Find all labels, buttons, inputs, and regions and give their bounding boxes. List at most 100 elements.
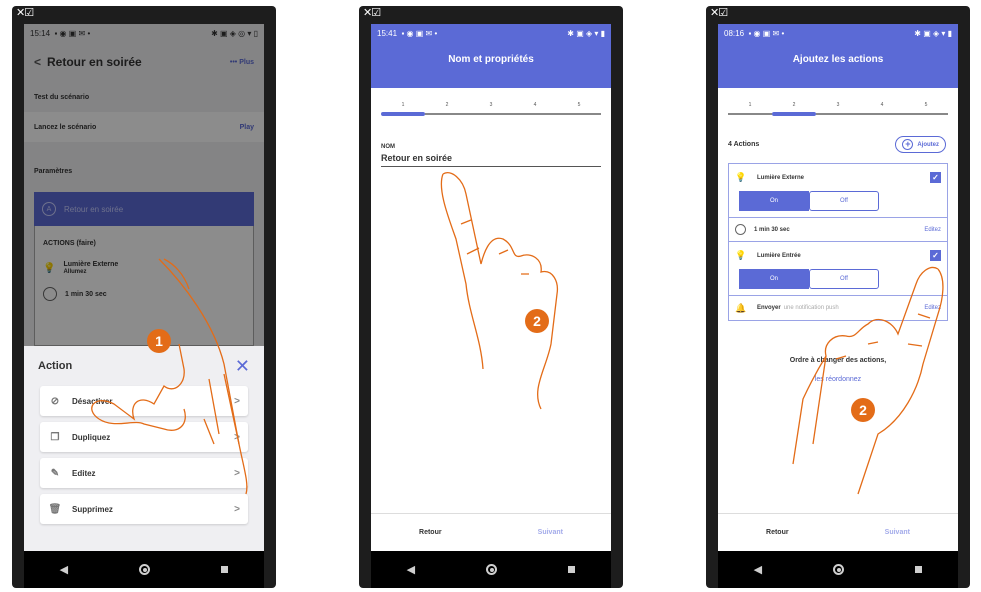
sheet-item-delete[interactable]: 🗑 Supprimez >: [40, 494, 248, 524]
step-5: 5: [904, 102, 948, 116]
back-button[interactable]: Retour: [419, 529, 442, 536]
screen-2: 15:41 ▪ ◉ ▣ ✉ • ✱ ▣ ◈ ▾ ▮ Nom et proprié…: [371, 24, 611, 551]
device-name: Lumière Externe: [757, 174, 805, 181]
step-2: 2: [425, 102, 469, 116]
nav-home-icon[interactable]: [139, 564, 151, 575]
step-number: 4: [880, 102, 884, 108]
actions-count: 4 Actions: [728, 141, 760, 148]
add-action-button[interactable]: + Ajoutez: [895, 136, 946, 153]
chevron-right-icon: >: [234, 395, 240, 407]
phone-frame-2: ✕☑ 15:41 ▪ ◉ ▣ ✉ • ✱ ▣ ◈ ▾ ▮ Nom et prop…: [359, 6, 623, 588]
copy-icon: ❐: [50, 431, 60, 443]
off-button[interactable]: Off: [809, 191, 879, 211]
chevron-right-icon: >: [234, 431, 240, 443]
app-bar: 08:16 ▪ ◉ ▣ ✉ • ✱ ▣ ◈ ▾ ▮ Ajoutez les ac…: [718, 24, 958, 88]
nav-recents-icon[interactable]: [221, 566, 229, 573]
action-sheet-header: Action ✕: [24, 346, 264, 386]
reorder-hint: Ordre à changer des actions,: [789, 357, 887, 364]
app-bar: 15:41 ▪ ◉ ▣ ✉ • ✱ ▣ ◈ ▾ ▮ Nom et proprié…: [371, 24, 611, 88]
step-badge-2: 2: [525, 309, 549, 333]
page-title: Nom et propriétés: [448, 54, 534, 65]
off-button[interactable]: Off: [809, 269, 879, 289]
close-icon[interactable]: ✕: [235, 356, 250, 377]
nav-back-icon[interactable]: ◀: [60, 563, 68, 576]
disable-icon: ⊘: [50, 395, 60, 407]
on-button[interactable]: On: [739, 269, 809, 289]
nav-recents-icon[interactable]: [915, 566, 923, 573]
bottom-bar: Retour Suivant: [718, 513, 958, 551]
step-1: 1: [381, 102, 425, 116]
trash-icon: 🗑: [48, 503, 62, 515]
window-icon: ✕☑: [363, 6, 381, 19]
bulb-icon: 💡: [735, 172, 747, 182]
nav-back-icon[interactable]: ◀: [407, 563, 415, 576]
step-number: 3: [836, 102, 840, 108]
phone-frame-3: ✕☑ 08:16 ▪ ◉ ▣ ✉ • ✱ ▣ ◈ ▾ ▮ Ajoutez les…: [706, 6, 970, 588]
bell-icon: 🔔: [735, 302, 747, 313]
status-bar: 08:16 ▪ ◉ ▣ ✉ • ✱ ▣ ◈ ▾ ▮: [718, 24, 958, 42]
step-3: 3: [469, 102, 513, 116]
step-number: 1: [401, 102, 405, 108]
system-navbar: ◀: [371, 551, 611, 588]
stepper: 1 2 3 4 5: [371, 102, 611, 116]
checkbox-checked[interactable]: ✓: [930, 172, 941, 183]
add-label: Ajoutez: [917, 141, 939, 148]
sheet-item-label: Editez: [72, 468, 96, 478]
clock-icon: [735, 224, 746, 235]
on-off-toggle: On Off: [739, 191, 941, 211]
checkbox-checked[interactable]: ✓: [930, 250, 941, 261]
screen-1: 15:14 ▪ ◉ ▣ ✉ • ✱ ▣ ◈ ◎ ▾ ▯ < Retour en s…: [24, 24, 264, 551]
back-button[interactable]: Retour: [766, 529, 789, 536]
step-4: 4: [860, 102, 904, 116]
actions-header: 4 Actions + Ajoutez: [728, 136, 946, 153]
window-icon: ✕☑: [16, 6, 34, 19]
step-5: 5: [557, 102, 601, 116]
status-icons-left: ▪ ◉ ▣ ✉ •: [748, 28, 785, 38]
screen-3: 08:16 ▪ ◉ ▣ ✉ • ✱ ▣ ◈ ▾ ▮ Ajoutez les ac…: [718, 24, 958, 551]
status-icons-right: ✱ ▣ ◈ ▾ ▮: [914, 28, 952, 38]
step-number: 2: [445, 102, 449, 108]
status-icons-right: ✱ ▣ ◈ ▾ ▮: [567, 28, 605, 38]
nav-home-icon[interactable]: [833, 564, 845, 575]
plus-icon: +: [902, 139, 914, 150]
pencil-icon: ✎: [50, 467, 60, 479]
action-item-timer: 1 min 30 sec Editez: [729, 218, 947, 242]
step-number: 5: [924, 102, 928, 108]
edit-link[interactable]: Editez: [924, 227, 941, 233]
step-number: 3: [489, 102, 493, 108]
action-sheet: Action ✕ ⊘ Désactiver > ❐ Dupliquez > ✎ …: [24, 346, 264, 551]
reorder-link[interactable]: les réordonnez: [718, 376, 958, 383]
step-number: 5: [577, 102, 581, 108]
next-button[interactable]: Suivant: [885, 529, 910, 536]
timer-label: 1 min 30 sec: [754, 226, 790, 233]
step-number: 4: [533, 102, 537, 108]
bottom-bar: Retour Suivant: [371, 513, 611, 551]
sheet-item-duplicate[interactable]: ❐ Dupliquez >: [40, 422, 248, 452]
step-3: 3: [816, 102, 860, 116]
sheet-item-label: Supprimez: [72, 504, 113, 514]
name-field[interactable]: Retour en soirée: [381, 153, 601, 167]
chevron-right-icon: >: [234, 467, 240, 479]
next-button[interactable]: Suivant: [538, 529, 563, 536]
step-2: 2: [772, 102, 816, 116]
nav-back-icon[interactable]: ◀: [754, 563, 762, 576]
status-time: 08:16: [724, 28, 745, 38]
sheet-item-label: Dupliquez: [72, 432, 111, 442]
sheet-item-deactivate[interactable]: ⊘ Désactiver >: [40, 386, 248, 416]
status-icons-left: ▪ ◉ ▣ ✉ •: [401, 28, 438, 38]
nav-home-icon[interactable]: [486, 564, 498, 575]
actions-list: 💡 Lumière Externe ✓ On Off 1 min 30 sec …: [728, 163, 948, 321]
on-button[interactable]: On: [739, 191, 809, 211]
step-badge-3: 2: [851, 398, 875, 422]
notification-label-dim: une notification push: [783, 305, 839, 311]
system-navbar: ◀: [718, 551, 958, 588]
nav-recents-icon[interactable]: [568, 566, 576, 573]
name-field-label: NOM: [381, 144, 395, 150]
sheet-item-label: Désactiver: [72, 396, 113, 406]
edit-link[interactable]: Editez: [924, 305, 941, 311]
system-navbar: ◀: [24, 551, 264, 588]
stepper: 1 2 3 4 5: [718, 102, 958, 116]
step-number: 1: [748, 102, 752, 108]
sheet-item-edit[interactable]: ✎ Editez >: [40, 458, 248, 488]
page-title: Ajoutez les actions: [792, 54, 884, 65]
